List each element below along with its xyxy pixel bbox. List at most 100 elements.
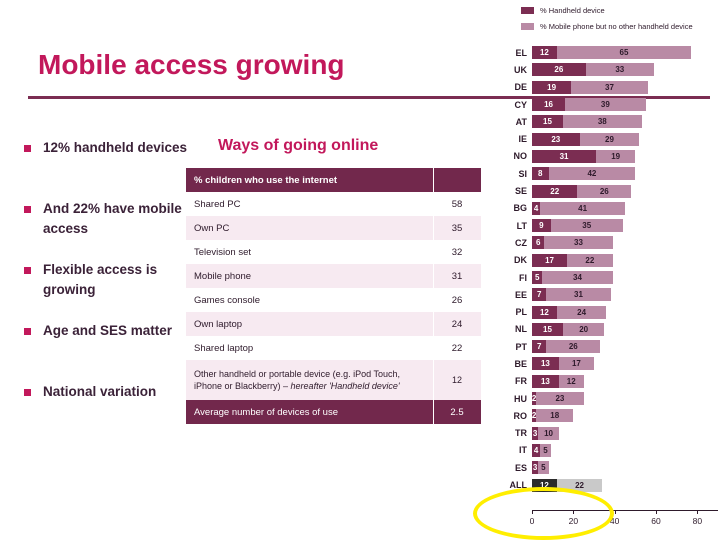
bar-category-label: AT: [515, 116, 527, 127]
bar-segment-handheld: 15: [532, 322, 563, 336]
bar-segment-handheld: 23: [532, 132, 580, 146]
axis-tick-label: 80: [692, 516, 703, 526]
table-cell-value: 2.5: [433, 400, 481, 424]
chart-x-axis: 0 20 40 60 80: [529, 510, 718, 536]
page-title: Mobile access growing: [38, 49, 345, 80]
axis-tick-label: 60: [651, 516, 661, 526]
bar-segment-handheld: 9: [532, 219, 551, 233]
bar-category-label: BE: [514, 358, 527, 369]
bar-category-label: CZ: [515, 237, 527, 248]
chart-legend: % Handheld device % Mobile phone but no o…: [521, 4, 720, 36]
bar-track: 16 39: [532, 98, 720, 112]
bar-segment-mobile-only: 33: [585, 63, 654, 77]
table-cell-label: Mobile phone: [186, 264, 433, 288]
table-cell-value: 26: [433, 288, 481, 312]
bar-track: 15 20: [532, 322, 720, 336]
bar-segment-mobile-only: 26: [577, 184, 632, 198]
bar-row-si: SI 8 42: [497, 165, 720, 182]
bullet-item-1: 12% handheld devices: [16, 138, 196, 178]
bar-row-hu: HU 2 23: [497, 390, 720, 407]
legend-label: % Handheld device: [540, 6, 605, 15]
bar-segment-mobile-only: 41: [540, 201, 625, 215]
bar-row-fi: FI 5 34: [497, 269, 720, 286]
table-row: Television set 32: [186, 240, 481, 264]
square-bullet-icon: [24, 267, 31, 274]
axis-tick-label: 40: [609, 516, 620, 526]
bar-row-cy: CY 16 39: [497, 96, 720, 113]
bar-segment-handheld: 8: [532, 167, 549, 181]
legend-swatch-icon: [521, 23, 534, 30]
bar-segment-mobile-only: 10: [538, 426, 559, 440]
bar-track: 45: [532, 443, 720, 457]
table-cell-value: 12: [433, 360, 481, 400]
bar-row-es: ES 3 5: [497, 459, 720, 476]
bar-segment-handheld: 15: [532, 115, 563, 129]
table-cell-value: 31: [433, 264, 481, 288]
axis-tick-label: 20: [568, 516, 579, 526]
table-cell-label: Games console: [186, 288, 433, 312]
bar-track: 26 33: [532, 63, 720, 77]
table-cell-value: 24: [433, 312, 481, 336]
bar-track: 2 23: [532, 392, 720, 406]
bar-row-be: BE 13 17: [497, 355, 720, 372]
table-row: Own laptop 24: [186, 312, 481, 336]
bar-segment-mobile-only: 22: [567, 253, 613, 267]
bar-category-label: NO: [513, 151, 528, 162]
bar-segment-mobile-only: 29: [579, 132, 640, 146]
bar-track: 13 12: [532, 374, 720, 388]
table-row: Own PC 35: [186, 216, 481, 240]
bar-segment-mobile-only: 26: [546, 340, 601, 354]
bullet-item-3: Flexible access is growing: [16, 260, 196, 300]
bar-segment-mobile-only: 22: [556, 478, 603, 492]
bar-track: 13 17: [532, 357, 720, 371]
bar-row-uk: UK 26 33: [497, 61, 720, 78]
axis-tick-label: 0: [529, 516, 535, 526]
bar-segment-handheld: 22: [532, 184, 578, 198]
bar-category-label: FR: [515, 376, 527, 387]
axis-line: [532, 510, 718, 511]
square-bullet-icon: [24, 145, 31, 152]
table-header-row: % children who use the internet: [186, 168, 481, 192]
bar-segment-handheld: 31: [532, 149, 597, 163]
bar-segment-handheld: 5: [532, 271, 543, 284]
handheld-device-bar-chart: % Handheld device % Mobile phone but no o…: [497, 2, 720, 538]
bar-category-label: DK: [514, 255, 527, 266]
bar-row-pt: PT 7 26: [497, 338, 720, 355]
bar-segment-mobile-only: 23: [536, 392, 584, 406]
bar-category-label: EE: [514, 289, 527, 300]
legend-swatch-icon: [521, 7, 534, 14]
bar-segment-handheld: 7: [532, 340, 547, 354]
bar-category-label: IE: [518, 134, 527, 145]
bullet-item-label: Flexible access is growing: [43, 262, 158, 297]
bar-row-lt: LT 9 35: [497, 217, 720, 234]
table-cell-label: Own laptop: [186, 312, 433, 336]
bar-segment-mobile-only: 5: [538, 461, 549, 475]
bar-row-ie: IE 23 29: [497, 130, 720, 147]
bar-track: 9 35: [532, 219, 720, 233]
bar-track: 6 33: [532, 236, 720, 250]
slide: Mobile access growing 12% handheld devic…: [0, 0, 720, 540]
bar-track: 17 22: [532, 253, 720, 267]
bar-segment-handheld: 4: [532, 201, 541, 215]
table-cell-value: 58: [433, 192, 481, 216]
bar-category-label: PL: [515, 307, 527, 318]
bar-row-all: ALL 12 22: [497, 476, 720, 493]
bar-segment-handheld: 16: [532, 98, 566, 112]
square-bullet-icon: [24, 328, 31, 335]
axis-tick: [697, 510, 699, 514]
table-row: Shared PC 58: [186, 192, 481, 216]
bar-row-de: DE 19 37: [497, 79, 720, 96]
table-total-row: Average number of devices of use 2.5: [186, 400, 481, 424]
bar-row-ee: EE 7 31: [497, 286, 720, 303]
bullet-item-5: National variation: [16, 382, 196, 422]
legend-item-1: % Handheld device: [521, 4, 720, 17]
bar-track: 7 31: [532, 288, 720, 302]
bar-track: 23 29: [532, 132, 720, 146]
ways-of-going-online-heading: Ways of going online: [218, 137, 379, 154]
bar-segment-handheld: 19: [532, 80, 572, 94]
bar-track: 12 22: [532, 478, 720, 492]
axis-tick: [656, 510, 657, 514]
bar-segment-handheld: 13: [532, 357, 559, 371]
bar-track: 2 18: [532, 409, 720, 423]
bar-segment-mobile-only: 20: [563, 322, 605, 336]
